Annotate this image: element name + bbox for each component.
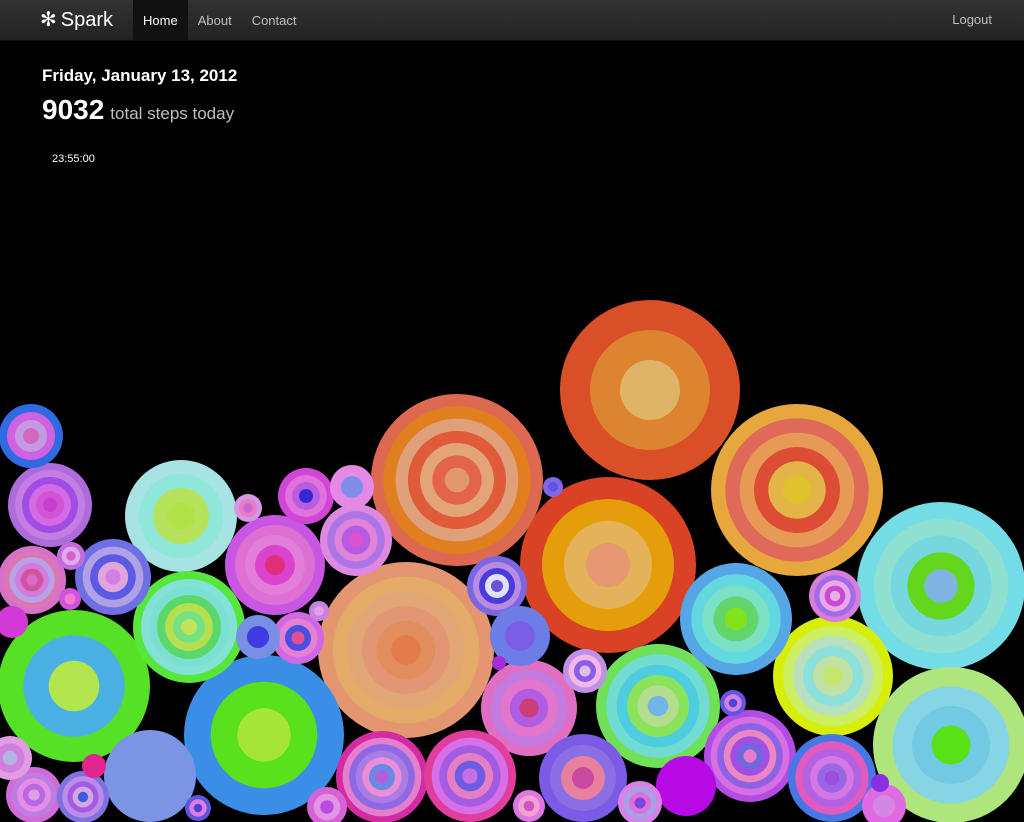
activity-bubbles-visualization	[0, 300, 1024, 822]
nav-about[interactable]: About	[188, 0, 242, 40]
bubble-ring	[873, 795, 895, 817]
activity-bubble	[711, 404, 883, 576]
bubble-ring	[82, 754, 106, 778]
activity-bubble	[424, 730, 516, 822]
activity-bubble	[57, 771, 109, 822]
bubble-ring	[743, 749, 757, 763]
bubble-ring	[314, 606, 324, 616]
bubble-ring	[243, 503, 253, 513]
activity-bubble	[8, 463, 92, 547]
bubble-ring	[375, 770, 389, 784]
bubble-ring	[66, 551, 76, 561]
bubble-ring	[167, 502, 195, 530]
bubble-ring	[548, 482, 558, 492]
bubble-ring	[291, 631, 305, 645]
bubble-ring	[924, 569, 958, 603]
activity-bubble	[278, 468, 334, 524]
bubble-ring	[320, 800, 334, 814]
nav-home[interactable]: Home	[133, 0, 188, 40]
activity-bubble	[336, 731, 428, 822]
activity-bubble	[560, 300, 740, 480]
bubble-ring	[647, 695, 669, 717]
bubble-ring	[391, 635, 421, 665]
bubble-ring	[829, 590, 841, 602]
bubble-ring	[265, 555, 285, 575]
activity-bubble	[133, 571, 245, 683]
bubble-ring	[491, 580, 503, 592]
activity-bubble	[82, 754, 106, 778]
activity-bubble	[680, 563, 792, 675]
bubble-ring	[824, 770, 840, 786]
bubble-ring	[2, 750, 18, 766]
brand-link[interactable]: ✻ Spark	[40, 9, 113, 32]
bubble-ring	[871, 774, 889, 792]
bubble-ring	[724, 607, 748, 631]
top-navbar: ✻ Spark Home About Contact Logout	[0, 0, 1024, 41]
bubble-ring	[523, 800, 535, 812]
activity-bubble	[513, 790, 545, 822]
bubble-ring	[247, 626, 269, 648]
activity-bubble	[59, 588, 81, 610]
bubble-ring	[782, 475, 812, 505]
bubble-ring	[823, 666, 843, 686]
activity-bubble	[234, 494, 262, 522]
bubble-ring	[105, 569, 121, 585]
activity-bubble	[704, 710, 796, 802]
activity-bubble	[773, 616, 893, 736]
bubble-ring	[104, 730, 196, 822]
activity-bubble	[539, 734, 627, 822]
bubble-ring	[462, 768, 478, 784]
logout-link[interactable]: Logout	[952, 12, 992, 27]
activity-bubble	[75, 539, 151, 615]
bubble-ring	[728, 698, 738, 708]
bubble-ring	[48, 660, 100, 712]
bubble-ring	[193, 803, 203, 813]
bubble-ring	[23, 428, 39, 444]
bubble-ring	[341, 476, 363, 498]
activity-bubble	[656, 756, 716, 816]
bubble-ring	[77, 791, 89, 803]
bubble-ring	[620, 360, 680, 420]
asterisk-icon: ✻	[40, 9, 57, 31]
bubble-ring	[634, 797, 646, 809]
activity-bubble	[543, 477, 563, 497]
activity-bubble	[720, 690, 746, 716]
bubble-ring	[299, 489, 313, 503]
activity-bubble	[809, 570, 861, 622]
bubble-ring	[572, 767, 594, 789]
bubble-ring	[492, 656, 506, 670]
bubble-ring	[931, 725, 971, 765]
bubble-ring	[586, 543, 630, 587]
activity-bubble	[330, 465, 374, 509]
bubble-ring	[237, 708, 291, 762]
bubble-ring	[579, 665, 591, 677]
nav-right: Logout	[952, 11, 992, 29]
activity-bubble	[563, 649, 607, 693]
activity-bubble	[320, 504, 392, 576]
bubble-ring	[656, 756, 716, 816]
bubble-ring	[64, 593, 76, 605]
bubble-ring	[26, 574, 38, 586]
brand-name: Spark	[60, 8, 114, 31]
bubble-ring	[181, 619, 197, 635]
activity-bubble	[371, 394, 543, 566]
bubble-ring	[348, 532, 364, 548]
main-nav: Home About Contact	[133, 0, 306, 40]
bubble-ring	[43, 498, 57, 512]
bubble-ring	[519, 698, 539, 718]
activity-bubble	[236, 615, 280, 659]
activity-bubble	[871, 774, 889, 792]
activity-bubble	[492, 656, 506, 670]
activity-bubble	[104, 730, 196, 822]
activity-bubble	[57, 542, 85, 570]
bubble-ring	[505, 621, 535, 651]
bubble-ring	[28, 789, 40, 801]
activity-bubble	[185, 795, 211, 821]
activity-bubble	[225, 515, 325, 615]
activity-bubble	[309, 601, 329, 621]
activity-bubble	[0, 404, 63, 468]
nav-contact[interactable]: Contact	[242, 0, 307, 40]
bubble-ring	[444, 467, 470, 493]
activity-bubble	[0, 546, 66, 614]
